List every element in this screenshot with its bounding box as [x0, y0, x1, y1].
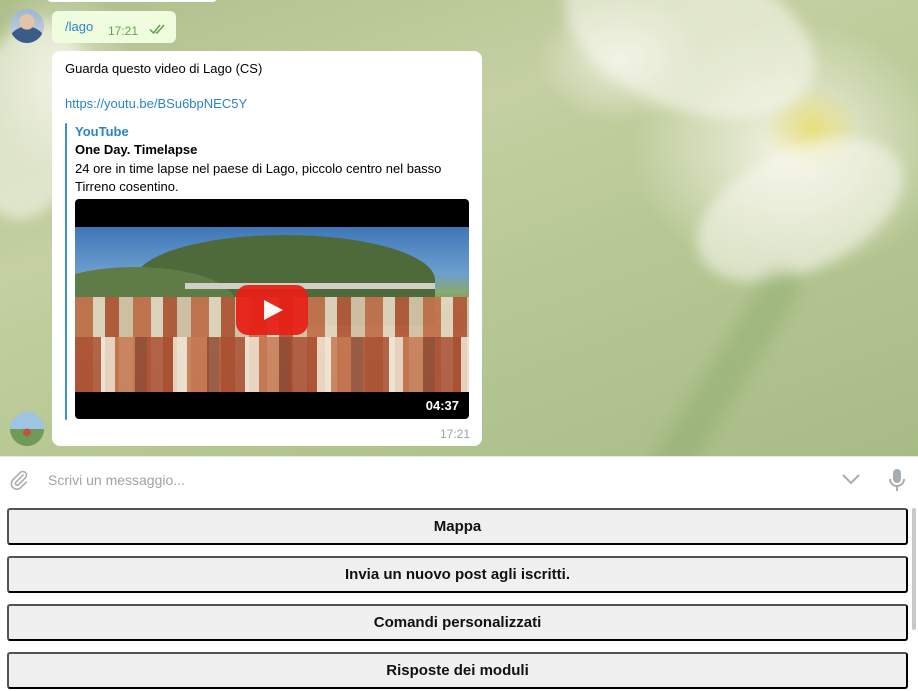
background-petal — [542, 0, 838, 150]
play-icon[interactable] — [236, 285, 308, 335]
video-duration: 04:37 — [425, 398, 459, 413]
chat-history: /lago 17:21 Guarda questo video di Lago … — [0, 0, 918, 456]
chevron-down-icon[interactable] — [841, 472, 861, 491]
keyboard-button-form-responses[interactable]: Risposte dei moduli — [7, 652, 908, 689]
thumbnail-houses — [75, 337, 469, 392]
preview-accent-bar — [65, 123, 67, 420]
microphone-icon[interactable] — [888, 468, 906, 497]
keyboard-button-custom-commands[interactable]: Comandi personalizzati — [7, 604, 908, 641]
video-preview[interactable]: 04:37 — [75, 199, 469, 419]
keyboard-button-mappa[interactable]: Mappa — [7, 508, 908, 545]
bot-keyboard: Mappa Invia un nuovo post agli iscritti.… — [0, 502, 918, 691]
preview-site-name: YouTube — [75, 124, 129, 139]
video-link[interactable]: https://youtu.be/BSu6bpNEC5Y — [65, 96, 247, 111]
preview-title: One Day. Timelapse — [75, 142, 198, 157]
bot-avatar[interactable] — [10, 412, 44, 446]
preview-description: 24 ore in time lapse nel paese di Lago, … — [75, 161, 442, 194]
double-check-icon — [149, 23, 167, 38]
background-stem — [551, 261, 809, 456]
incoming-message[interactable]: Guarda questo video di Lago (CS) https:/… — [52, 51, 482, 446]
keyboard-button-new-post[interactable]: Invia un nuovo post agli iscritti. — [7, 556, 908, 593]
message-time: 17:21 — [108, 24, 139, 38]
message-composer — [0, 456, 918, 501]
message-input[interactable] — [48, 470, 808, 490]
paperclip-icon[interactable] — [8, 469, 30, 496]
command-link[interactable]: /lago — [65, 19, 93, 34]
previous-message-edge — [46, 0, 218, 2]
outgoing-message[interactable]: /lago 17:21 — [52, 11, 176, 43]
message-text: Guarda questo video di Lago (CS) — [65, 61, 263, 76]
message-time: 17:21 — [439, 427, 470, 441]
user-avatar[interactable] — [10, 9, 44, 43]
thumbnail-bridge — [185, 283, 435, 289]
keyboard-scrollbar[interactable] — [912, 508, 916, 630]
